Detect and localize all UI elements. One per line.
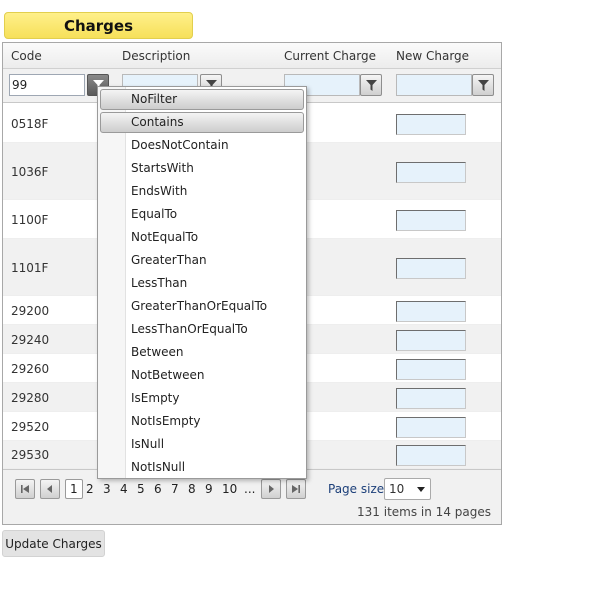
new-charge-input[interactable] xyxy=(396,113,466,135)
row-code: 29260 xyxy=(11,361,50,376)
filter-menu-item[interactable]: DoesNotContain xyxy=(100,135,304,156)
new-charge-filter-input[interactable] xyxy=(396,74,472,96)
filter-menu-item[interactable]: StartsWith xyxy=(100,158,304,179)
page-link[interactable]: 7 xyxy=(171,482,179,496)
page-size-label: Page size: xyxy=(328,482,389,496)
page-size-value: 10 xyxy=(389,482,405,496)
row-code: 1101F xyxy=(11,260,49,275)
page-link[interactable]: 8 xyxy=(188,482,196,496)
filter-menu-item[interactable]: IsNull xyxy=(100,434,304,455)
page-link[interactable]: 10 xyxy=(222,482,237,496)
code-filter-input[interactable] xyxy=(9,74,85,96)
pager-info: 131 items in 14 pages xyxy=(357,505,491,519)
page-link[interactable]: 6 xyxy=(154,482,162,496)
prev-page-icon xyxy=(47,485,52,493)
filter-menu-item[interactable]: LessThanOrEqualTo xyxy=(100,319,304,340)
new-charge-input[interactable] xyxy=(396,161,466,183)
prev-page-button[interactable] xyxy=(40,479,60,499)
row-code: 29520 xyxy=(11,419,50,434)
filter-menu-item[interactable]: Between xyxy=(100,342,304,363)
first-page-icon xyxy=(21,485,29,493)
new-charge-input[interactable] xyxy=(396,416,466,438)
row-code: 0518F xyxy=(11,116,49,131)
update-charges-button[interactable]: Update Charges xyxy=(2,530,105,557)
last-page-icon xyxy=(292,485,300,493)
new-charge-input[interactable] xyxy=(396,329,466,351)
page-more[interactable]: ... xyxy=(244,482,255,496)
filter-menu-item[interactable]: NotEqualTo xyxy=(100,227,304,248)
filter-menu-item[interactable]: IsEmpty xyxy=(100,388,304,409)
new-charge-input[interactable] xyxy=(396,257,466,279)
filter-menu-item[interactable]: NotIsEmpty xyxy=(100,411,304,432)
page-link[interactable]: 3 xyxy=(103,482,111,496)
filter-icon xyxy=(478,80,489,91)
filter-menu-item[interactable]: NotBetween xyxy=(100,365,304,386)
column-header-code[interactable]: Code xyxy=(11,49,42,63)
grid-header: Code Description Current Charge New Char… xyxy=(3,43,501,69)
row-code: 1100F xyxy=(11,212,49,227)
filter-menu-item[interactable]: NotIsNull xyxy=(100,457,304,478)
new-charge-input[interactable] xyxy=(396,300,466,322)
new-charge-input[interactable] xyxy=(396,387,466,409)
filter-menu-item[interactable]: Contains xyxy=(100,112,304,133)
current-charge-filter-button[interactable] xyxy=(360,74,382,96)
page-link[interactable]: 9 xyxy=(205,482,213,496)
page-link[interactable]: 4 xyxy=(120,482,128,496)
page-link[interactable]: 5 xyxy=(137,482,145,496)
row-code: 29280 xyxy=(11,390,50,405)
filter-menu-item[interactable]: GreaterThanOrEqualTo xyxy=(100,296,304,317)
last-page-button[interactable] xyxy=(286,479,306,499)
row-code: 29530 xyxy=(11,448,50,462)
row-code: 1036F xyxy=(11,164,49,179)
filter-menu-item[interactable]: GreaterThan xyxy=(100,250,304,271)
column-header-current-charge[interactable]: Current Charge xyxy=(284,49,376,63)
filter-menu: NoFilter Contains DoesNotContain StartsWith… xyxy=(97,86,307,479)
filter-menu-item[interactable]: EndsWith xyxy=(100,181,304,202)
new-charge-input[interactable] xyxy=(396,445,466,466)
row-code: 29240 xyxy=(11,332,50,347)
next-page-icon xyxy=(269,485,274,493)
page-link[interactable]: 2 xyxy=(86,482,94,496)
new-charge-input[interactable] xyxy=(396,209,466,231)
column-header-new-charge[interactable]: New Charge xyxy=(396,49,469,63)
column-header-description[interactable]: Description xyxy=(122,49,190,63)
page-size-select[interactable]: 10 xyxy=(384,478,431,500)
page-link[interactable]: 1 xyxy=(65,479,83,499)
new-charge-filter-button[interactable] xyxy=(472,74,494,96)
row-code: 29200 xyxy=(11,303,50,318)
page-title: Charges xyxy=(4,12,193,39)
first-page-button[interactable] xyxy=(15,479,35,499)
filter-icon xyxy=(366,80,377,91)
filter-menu-item[interactable]: EqualTo xyxy=(100,204,304,225)
new-charge-input[interactable] xyxy=(396,358,466,380)
filter-menu-item[interactable]: LessThan xyxy=(100,273,304,294)
filter-menu-item[interactable]: NoFilter xyxy=(100,89,304,110)
next-page-button[interactable] xyxy=(261,479,281,499)
chevron-down-icon xyxy=(417,487,425,492)
